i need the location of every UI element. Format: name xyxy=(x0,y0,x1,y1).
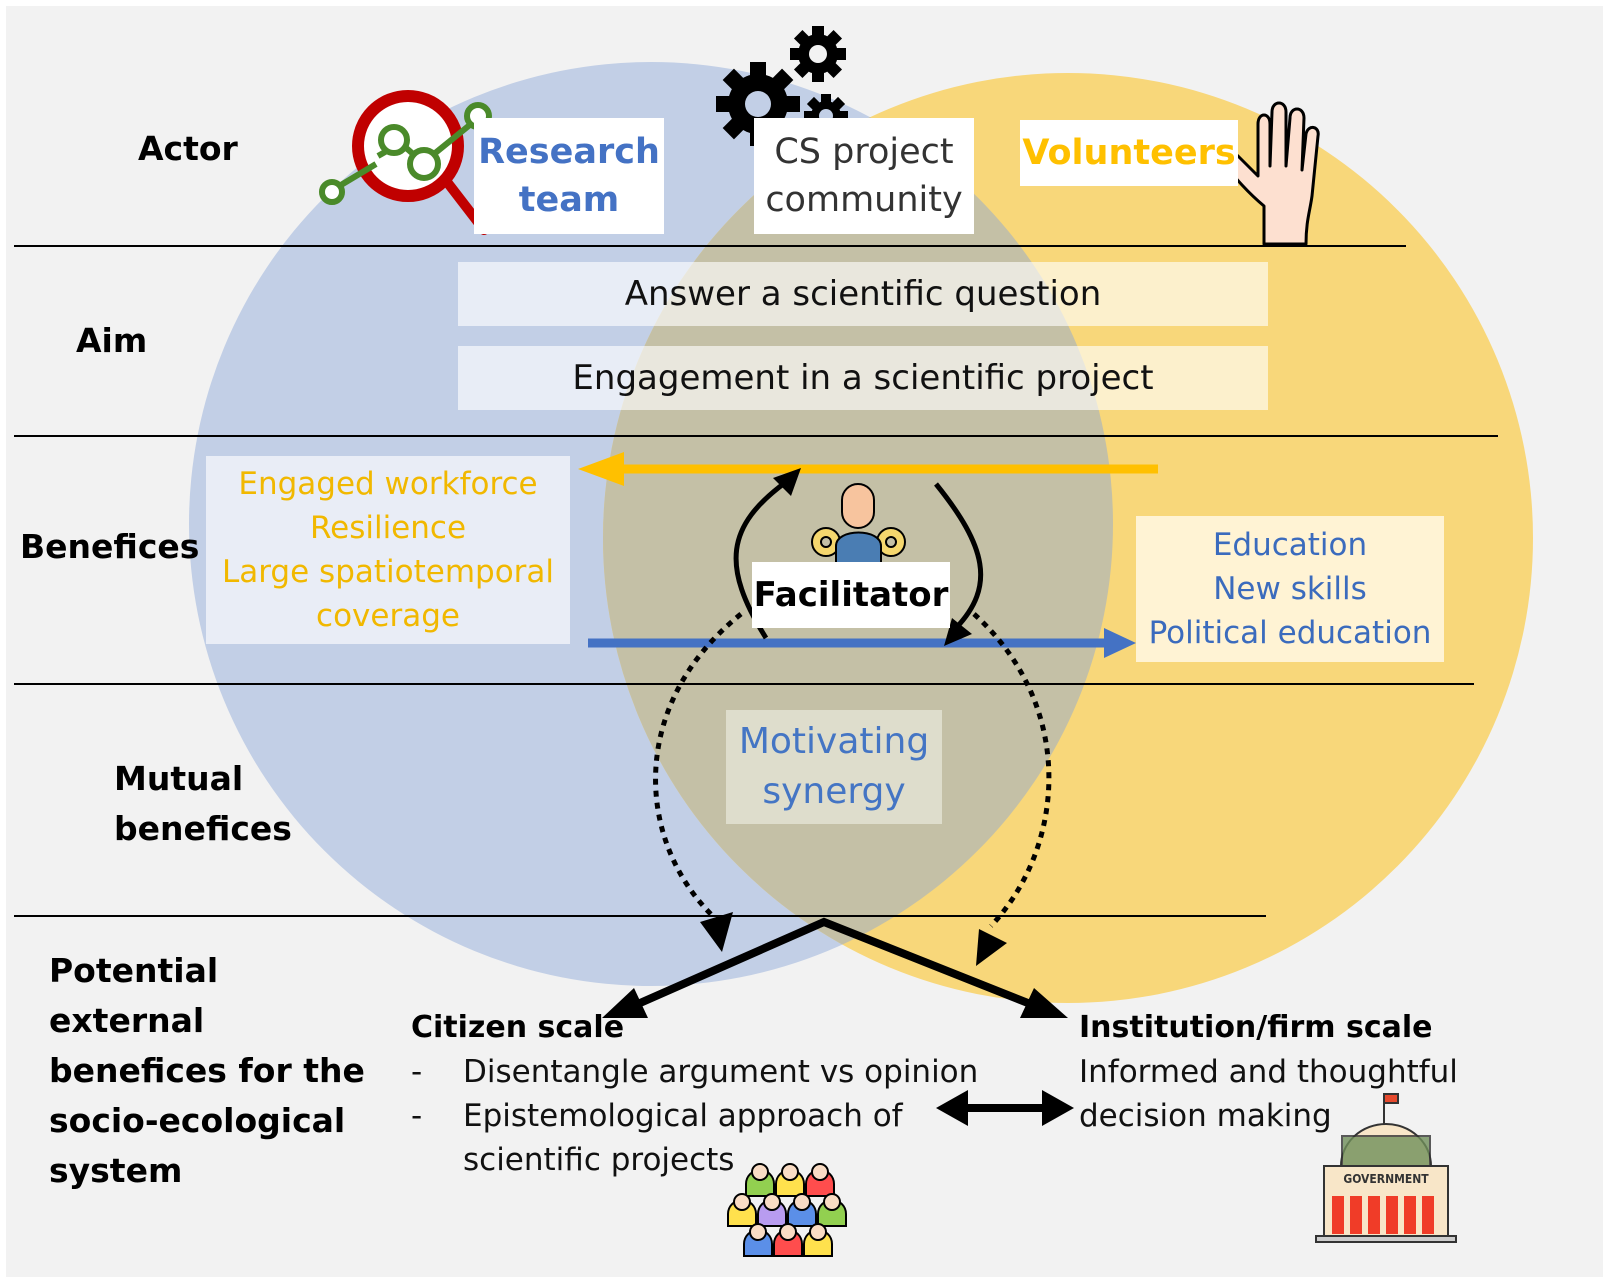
row-label-benefits: Benefices xyxy=(20,527,200,566)
aim-answer-question: Answer a scientific question xyxy=(458,262,1268,326)
institution-line: decision making xyxy=(1079,1098,1332,1134)
benefit-item: Political education xyxy=(1148,615,1432,651)
institution-scale-text: Informed and thoughtful decision making xyxy=(1079,1050,1458,1138)
facilitator-label: Facilitator xyxy=(752,562,950,628)
government-sign: GOVERNMENT xyxy=(1343,1172,1429,1186)
aim-engagement: Engagement in a scientific project xyxy=(458,346,1268,410)
diagram-canvas: Actor Aim Benefices Mutual benefices Pot… xyxy=(6,6,1603,1277)
institution-line: Informed and thoughtful xyxy=(1079,1054,1458,1090)
benefits-to-volunteers: Education New skills Political education xyxy=(1136,516,1444,662)
motivating-synergy: Motivating synergy xyxy=(726,710,942,824)
row-label-mutual-line: benefices xyxy=(114,809,292,848)
citizen-item-text: Disentangle argument vs opinion xyxy=(463,1054,979,1090)
benefit-item: Large spatiotemporal xyxy=(221,554,555,590)
citizen-item: scientific projects xyxy=(411,1138,978,1182)
row-label-external: Potential external benefices for the soc… xyxy=(49,946,365,1196)
bullet xyxy=(411,1138,463,1182)
actor-research-line: Research xyxy=(478,132,660,172)
actor-research-team: Research team xyxy=(474,118,664,234)
benefit-item: New skills xyxy=(1213,571,1367,607)
benefit-item: Education xyxy=(1212,527,1368,563)
citizen-item: - Epistemological approach of xyxy=(411,1094,978,1138)
citizen-scale-title: Citizen scale xyxy=(411,1010,625,1045)
row-label-mutual-line: Mutual xyxy=(114,759,244,798)
synergy-line: synergy xyxy=(762,771,906,812)
row-label-mutual: Mutual benefices xyxy=(114,754,292,854)
citizen-item: - Disentangle argument vs opinion xyxy=(411,1050,978,1094)
row-label-external-line: benefices for the xyxy=(49,1051,365,1090)
actor-cs-community: CS project community xyxy=(754,118,974,234)
benefit-item: Resilience xyxy=(309,510,467,546)
benefits-to-research: Engaged workforce Resilience Large spati… xyxy=(206,456,570,644)
citizen-item-text: Epistemological approach of xyxy=(463,1098,903,1134)
citizen-item-text: scientific projects xyxy=(463,1142,735,1178)
actor-community-line: CS project xyxy=(774,132,954,172)
actor-volunteers: Volunteers xyxy=(1020,120,1238,186)
bullet: - xyxy=(411,1054,423,1090)
bidirectional-arrow-right-head xyxy=(1042,1090,1074,1126)
institution-scale-title: Institution/firm scale xyxy=(1079,1010,1433,1045)
row-label-external-line: external xyxy=(49,1001,205,1040)
actor-community-line: community xyxy=(765,180,963,220)
benefit-item: Engaged workforce xyxy=(238,466,538,502)
row-label-external-line: system xyxy=(49,1151,183,1190)
row-label-external-line: Potential xyxy=(49,951,219,990)
citizen-scale-list: - Disentangle argument vs opinion - Epis… xyxy=(411,1050,978,1182)
benefit-item: coverage xyxy=(316,598,460,634)
bullet: - xyxy=(411,1098,423,1134)
synergy-line: Motivating xyxy=(738,721,930,762)
row-label-external-line: socio-ecological xyxy=(49,1101,346,1140)
row-label-actor: Actor xyxy=(138,129,238,168)
row-label-aim: Aim xyxy=(76,321,148,360)
actor-research-line: team xyxy=(518,180,620,220)
